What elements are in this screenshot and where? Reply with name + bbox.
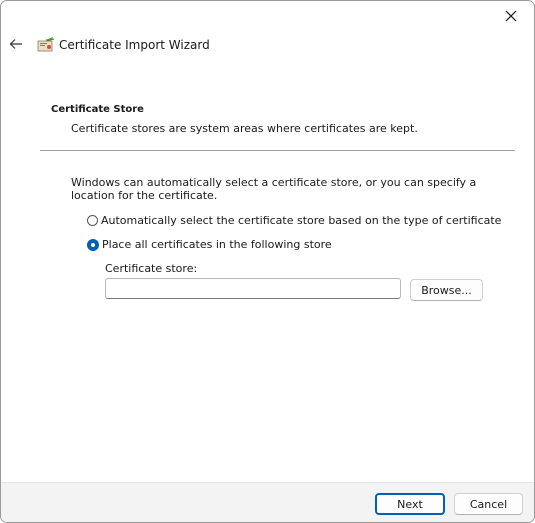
radio-auto-select[interactable]: Automatically select the certificate sto… xyxy=(87,214,501,227)
radio-place-in-store-label: Place all certificates in the following … xyxy=(102,238,332,251)
close-button[interactable] xyxy=(488,1,534,31)
cancel-button[interactable]: Cancel xyxy=(454,493,523,515)
wizard-window: Certificate Import Wizard Certificate St… xyxy=(0,0,535,523)
next-button[interactable]: Next xyxy=(375,493,445,515)
wizard-header: Certificate Import Wizard xyxy=(1,31,534,65)
radio-button-unchecked[interactable] xyxy=(87,215,98,226)
radio-button-checked[interactable] xyxy=(87,238,99,251)
back-button[interactable] xyxy=(7,35,25,53)
radio-auto-select-label: Automatically select the certificate sto… xyxy=(101,214,502,227)
header-divider xyxy=(40,150,515,151)
close-icon xyxy=(505,10,517,22)
certificate-icon xyxy=(37,37,55,52)
back-arrow-icon xyxy=(9,39,22,49)
section-title: Certificate Store xyxy=(51,104,144,115)
certificate-store-input[interactable] xyxy=(105,278,401,299)
certificate-store-label: Certificate store: xyxy=(105,262,198,275)
wizard-footer: Next Cancel xyxy=(1,482,534,522)
browse-button[interactable]: Browse... xyxy=(410,279,483,301)
window-title: Certificate Import Wizard xyxy=(59,38,210,52)
radio-place-in-store[interactable]: Place all certificates in the following … xyxy=(87,238,332,251)
intro-text: Windows can automatically select a certi… xyxy=(71,176,477,202)
section-description: Certificate stores are system areas wher… xyxy=(71,122,418,135)
